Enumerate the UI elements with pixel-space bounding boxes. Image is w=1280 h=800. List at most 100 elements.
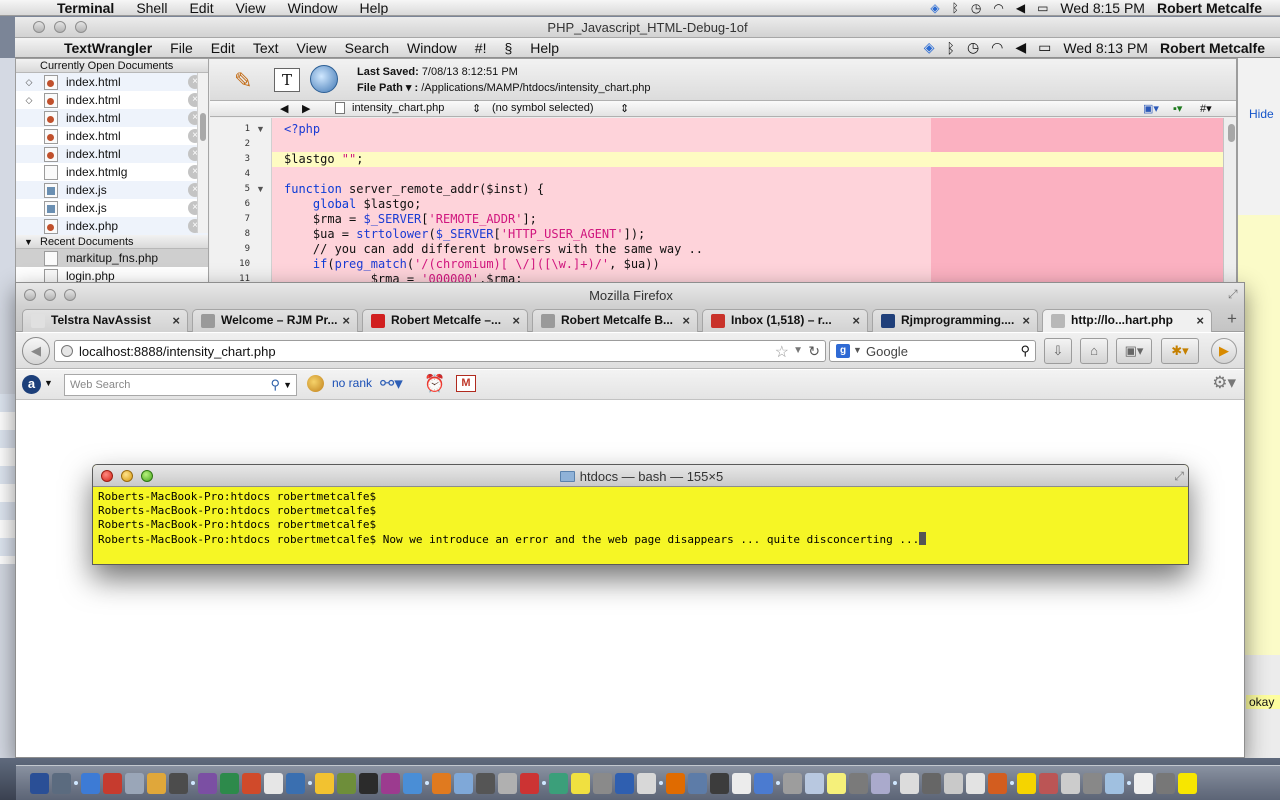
tab-close-icon[interactable]: × [172,310,180,331]
dock-app-icon[interactable] [966,772,985,794]
next-document-icon[interactable]: ▶ [302,102,310,115]
dock-app-icon[interactable] [783,772,802,794]
fold-toggle-icon[interactable]: ▼ [256,122,265,137]
tab-close-icon[interactable]: × [342,310,350,331]
search-engine-dropdown-icon[interactable]: ▼ [853,345,862,355]
dock-app-icon[interactable] [30,772,49,794]
time-machine-icon[interactable]: ◷ [967,39,979,56]
menu-shell[interactable]: Shell [125,0,178,15]
dock-app-icon[interactable] [264,772,283,794]
symbol-popup[interactable]: (no symbol selected) [492,102,594,114]
browser-tab[interactable]: Telstra NavAssist × [22,309,188,332]
dock-app-icon[interactable] [571,772,590,794]
dock-app-icon[interactable] [220,772,239,794]
dock-app-icon[interactable] [710,772,729,794]
status-app-icon[interactable]: ◈ [924,39,935,56]
dock-app-icon[interactable] [286,772,305,794]
dock-app-icon[interactable] [1017,772,1036,794]
extension-play-button[interactable]: ▶ [1211,338,1237,364]
browser-tab[interactable]: Rjmprogramming.... × [872,309,1038,332]
dock-app-icon[interactable] [549,772,568,794]
hide-link[interactable]: Hide [1249,107,1274,121]
dock-app-icon[interactable] [520,772,539,794]
code-area[interactable]: <?php $lastgo ""; function server_remote_a… [272,118,1236,289]
disclosure-triangle-icon[interactable]: ▼ [24,235,33,249]
volume-icon[interactable]: ◀ [1016,1,1025,15]
battery-icon[interactable]: ▭ [1038,39,1051,56]
dock-app-icon[interactable] [593,772,612,794]
counterpart-icon[interactable]: ▪▾ [1173,102,1182,115]
dock-app-icon[interactable] [1039,772,1058,794]
document-popup[interactable]: intensity_chart.php [352,102,444,114]
code-line[interactable]: if(preg_match('/(chromium)[ \/]([\w.]+)/… [284,257,660,272]
open-document-item[interactable]: index.html × [16,145,208,163]
dock-app-icon[interactable] [1134,772,1153,794]
open-document-item[interactable]: ◇ index.html × [16,73,208,91]
menu-view[interactable]: View [225,0,277,15]
open-document-item[interactable]: index.html × [16,127,208,145]
dock-app-icon[interactable] [198,772,217,794]
menu-help[interactable]: Help [348,0,399,15]
dock-app-icon[interactable] [1061,772,1080,794]
dock-app-icon[interactable] [454,772,473,794]
tw-menu-view[interactable]: View [288,40,336,56]
code-editor[interactable]: 1 ▼ 2 3 4 5 ▼ 6 7 8 9 10 11 <?php $lastgo ""; function… [210,118,1236,289]
alarm-clock-icon[interactable]: ⏰ [424,374,445,394]
code-line[interactable]: $rma = $_SERVER['REMOTE_ADDR']; [284,212,537,227]
web-search-placeholder[interactable]: Web Search [70,379,130,391]
dock-app-icon[interactable] [1178,772,1197,794]
dock-app-icon[interactable] [732,772,751,794]
menubar-user[interactable]: Robert Metcalfe [1157,0,1262,15]
tab-close-icon[interactable]: × [852,310,860,331]
dock-app-icon[interactable] [52,772,71,794]
google-search-engine-icon[interactable]: g [836,344,850,358]
functions-popup-icon[interactable]: #▾ [1200,102,1212,115]
code-line[interactable]: <?php [284,122,320,137]
wifi-icon[interactable]: ◠ [991,39,1003,56]
drawer-scroll-thumb[interactable] [200,113,206,141]
tw-menu-shebang[interactable]: #! [466,40,496,56]
document-popup-arrows-icon[interactable]: ⇕ [472,102,481,115]
ask-toolbar-icon[interactable]: a [22,375,41,394]
dock-app-icon[interactable] [1083,772,1102,794]
browser-tab[interactable]: Robert Metcalfe –... × [362,309,528,332]
home-button[interactable]: ⌂ [1080,338,1108,364]
dock-app-icon[interactable] [871,772,890,794]
dock-app-icon[interactable] [147,772,166,794]
web-search-input[interactable]: Web Search ⚲ ▼ [64,374,297,396]
back-button[interactable]: ◀ [22,337,50,365]
dock-app-icon[interactable] [754,772,773,794]
dock-app-icon[interactable] [242,772,261,794]
dock-app-icon[interactable] [359,772,378,794]
dock-app-icon[interactable] [688,772,707,794]
open-document-item[interactable]: index.htmlg × [16,163,208,181]
browser-tab[interactable]: http://lo...hart.php × [1042,309,1212,332]
web-search-icon[interactable]: ⚲ [270,377,280,393]
recent-documents-header[interactable]: ▼ Recent Documents [16,235,208,249]
dock-app-icon[interactable] [476,772,495,794]
search-icon[interactable]: ⚲ [1020,343,1030,359]
code-line[interactable]: function server_remote_addr($inst) { [284,182,544,197]
dock-app-icon[interactable] [805,772,824,794]
file-path-label[interactable]: File Path ▾ : [357,82,418,94]
code-line[interactable]: $lastgo ""; [284,152,363,167]
url-bar[interactable]: localhost:8888/intensity_chart.php ☆ ▼ ↻ [54,340,826,362]
tw-menu-app[interactable]: TextWrangler [55,40,161,56]
addon-button[interactable]: ▣▾ [1116,338,1152,364]
browser-tab[interactable]: Robert Metcalfe B... × [532,309,698,332]
editor-scroll-thumb[interactable] [1228,124,1235,142]
status-app-icon[interactable]: ◈ [930,1,939,15]
browser-tab[interactable]: Inbox (1,518) – r... × [702,309,868,332]
ask-dropdown-icon[interactable]: ▼ [44,378,53,388]
tw-menu-edit[interactable]: Edit [202,40,244,56]
open-document-item[interactable]: index.html × [16,109,208,127]
volume-icon[interactable]: ◀ [1015,39,1026,56]
fullscreen-icon[interactable]: ⤢ [1228,287,1240,301]
dock-app-icon[interactable] [944,772,963,794]
tab-close-icon[interactable]: × [682,310,690,331]
code-line[interactable]: global $lastgo; [284,197,421,212]
settings-gear-icon[interactable]: ⚙▾ [1212,373,1236,393]
tw-menu-window[interactable]: Window [398,40,466,56]
time-machine-icon[interactable]: ◷ [971,1,981,15]
menu-window[interactable]: Window [277,0,349,15]
